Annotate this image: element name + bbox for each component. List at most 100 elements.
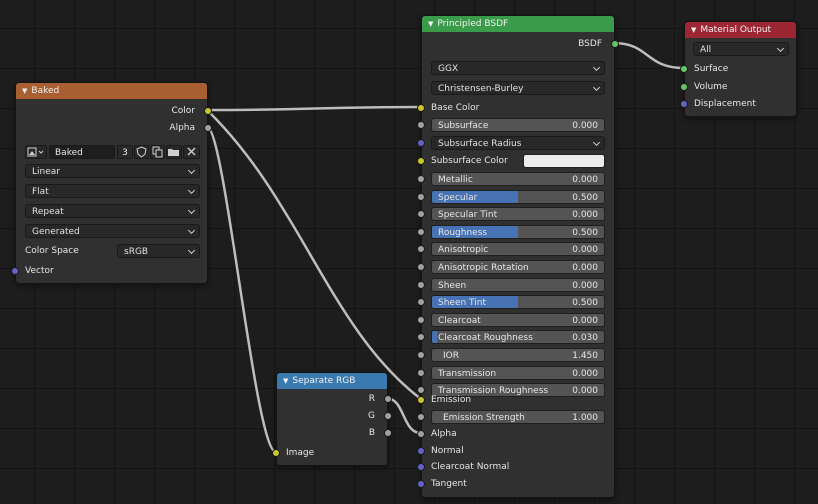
clearcoat-roughness-slider[interactable]: Clearcoat Roughness 0.030 — [431, 330, 605, 344]
metallic-value: 0.000 — [572, 175, 598, 185]
subsurface-method-dropdown[interactable]: Christensen-Burley — [431, 81, 605, 95]
extension-dropdown[interactable]: Repeat — [25, 204, 200, 218]
collapse-arrow-icon[interactable]: ▼ — [691, 22, 696, 38]
sheen-slider[interactable]: Sheen 0.000 — [431, 278, 605, 292]
link-color-to-emission[interactable] — [206, 109, 422, 400]
bsdf-output-socket[interactable] — [611, 40, 619, 48]
output-label-g: G — [368, 411, 375, 421]
subsurface-radius-input-socket[interactable] — [417, 139, 425, 147]
sheen-tint-slider[interactable]: Sheen Tint 0.500 — [431, 295, 605, 309]
separate-rgb-header[interactable]: ▼ Separate RGB — [277, 373, 387, 389]
image-datablock-bar: Baked 3 — [25, 145, 200, 161]
image-name-field[interactable]: Baked — [49, 145, 115, 159]
clearcoat-input-socket[interactable] — [417, 316, 425, 324]
output-row-g: G — [277, 408, 392, 424]
r-output-socket[interactable] — [384, 395, 392, 403]
specular-tint-value: 0.000 — [572, 210, 598, 220]
specular-label: Specular — [438, 193, 478, 203]
specular-slider[interactable]: Specular 0.500 — [431, 190, 605, 204]
unlink-x-icon[interactable] — [183, 145, 200, 159]
anisotropic-rotation-slider[interactable]: Anisotropic Rotation 0.000 — [431, 260, 605, 274]
emission-strength-input-socket[interactable] — [417, 413, 425, 421]
anisotropic-slider[interactable]: Anisotropic 0.000 — [431, 242, 605, 256]
roughness-slider[interactable]: Roughness 0.500 — [431, 225, 605, 239]
collapse-arrow-icon[interactable]: ▼ — [22, 83, 27, 99]
link-alpha-to-image[interactable] — [205, 125, 277, 454]
material-output-header[interactable]: ▼ Material Output — [685, 22, 796, 38]
color-space-dropdown[interactable]: sRGB — [117, 244, 200, 258]
color-output-socket[interactable] — [204, 107, 212, 115]
clearcoat-slider[interactable]: Clearcoat 0.000 — [431, 313, 605, 327]
g-output-socket[interactable] — [384, 412, 392, 420]
metallic-slider[interactable]: Metallic 0.000 — [431, 172, 605, 186]
link-bsdf-to-surface[interactable] — [612, 41, 685, 70]
clearcoat-normal-input-socket[interactable] — [417, 463, 425, 471]
specular-tint-input-socket[interactable] — [417, 210, 425, 218]
anisotropic-rotation-input-socket[interactable] — [417, 263, 425, 271]
baked-image-texture-node[interactable]: ▼ Baked Color Alpha Baked 3 Linear Flat … — [11, 82, 212, 284]
roughness-input-socket[interactable] — [417, 228, 425, 236]
b-output-socket[interactable] — [384, 429, 392, 437]
input-row-volume: Volume — [680, 79, 796, 95]
separate-rgb-node[interactable]: ▼ Separate RGB R G B Image — [272, 372, 392, 466]
image-browse-button[interactable] — [25, 145, 47, 159]
duplicate-icon[interactable] — [150, 145, 165, 159]
input-row-normal: Normal — [417, 443, 614, 459]
tangent-input-socket[interactable] — [417, 480, 425, 488]
input-row-image: Image — [272, 445, 387, 461]
base-color-input-socket[interactable] — [417, 104, 425, 112]
emission-strength-slider[interactable]: Emission Strength 1.000 — [431, 410, 605, 424]
chevron-down-icon — [187, 186, 196, 195]
output-row-bsdf: BSDF — [422, 36, 619, 52]
projection-dropdown[interactable]: Flat — [25, 184, 200, 198]
sheen-label: Sheen — [438, 281, 467, 291]
link-color-to-base-color[interactable] — [206, 105, 422, 112]
transmission-slider[interactable]: Transmission 0.000 — [431, 366, 605, 380]
baked-node-title: Baked — [31, 86, 60, 96]
ior-input-socket[interactable] — [417, 351, 425, 359]
vector-input-socket[interactable] — [11, 267, 19, 275]
input-label-emission: Emission — [431, 395, 472, 405]
subsurface-slider[interactable]: Subsurface 0.000 — [431, 118, 605, 132]
bsdf-node-header[interactable]: ▼ Principled BSDF — [422, 16, 614, 32]
ior-slider[interactable]: IOR 1.450 — [431, 348, 605, 362]
input-row-emission: Emission — [417, 392, 614, 408]
volume-input-socket[interactable] — [680, 83, 688, 91]
alpha-input-socket[interactable] — [417, 430, 425, 438]
anisotropic-input-socket[interactable] — [417, 245, 425, 253]
subsurface-input-socket[interactable] — [417, 121, 425, 129]
transmission-input-socket[interactable] — [417, 369, 425, 377]
emission-input-socket[interactable] — [417, 396, 425, 404]
principled-bsdf-node[interactable]: ▼ Principled BSDF BSDF GGX Christensen-Bu… — [417, 15, 619, 498]
metallic-label: Metallic — [438, 175, 473, 185]
subsurface-color-input-socket[interactable] — [417, 157, 425, 165]
specular-input-socket[interactable] — [417, 193, 425, 201]
displacement-input-socket[interactable] — [680, 100, 688, 108]
subsurface-radius-dropdown[interactable]: Subsurface Radius — [431, 136, 605, 150]
interpolation-dropdown[interactable]: Linear — [25, 164, 200, 178]
alpha-output-socket[interactable] — [204, 124, 212, 132]
normal-input-socket[interactable] — [417, 447, 425, 455]
sheen-tint-value: 0.500 — [572, 298, 598, 308]
image-input-socket[interactable] — [272, 449, 280, 457]
sheen-tint-input-socket[interactable] — [417, 298, 425, 306]
specular-tint-slider[interactable]: Specular Tint 0.000 — [431, 207, 605, 221]
anisotropic-label: Anisotropic — [438, 245, 489, 255]
image-users-count[interactable]: 3 — [117, 145, 133, 159]
collapse-arrow-icon[interactable]: ▼ — [428, 16, 433, 32]
output-row-alpha: Alpha — [16, 120, 212, 136]
sheen-input-socket[interactable] — [417, 281, 425, 289]
output-target-dropdown[interactable]: All — [693, 42, 789, 56]
open-folder-icon[interactable] — [166, 145, 182, 159]
fake-user-shield-icon[interactable] — [134, 145, 149, 159]
material-output-node[interactable]: ▼ Material Output All Surface Volume Disp… — [680, 21, 797, 117]
metallic-input-socket[interactable] — [417, 175, 425, 183]
source-dropdown[interactable]: Generated — [25, 224, 200, 238]
subsurface-color-swatch[interactable] — [523, 154, 605, 168]
surface-input-socket[interactable] — [680, 65, 688, 73]
clearcoat-roughness-input-socket[interactable] — [417, 333, 425, 341]
collapse-arrow-icon[interactable]: ▼ — [283, 373, 288, 389]
chevron-down-icon — [187, 226, 196, 235]
baked-node-header[interactable]: ▼ Baked — [16, 83, 207, 99]
distribution-dropdown[interactable]: GGX — [431, 61, 605, 75]
